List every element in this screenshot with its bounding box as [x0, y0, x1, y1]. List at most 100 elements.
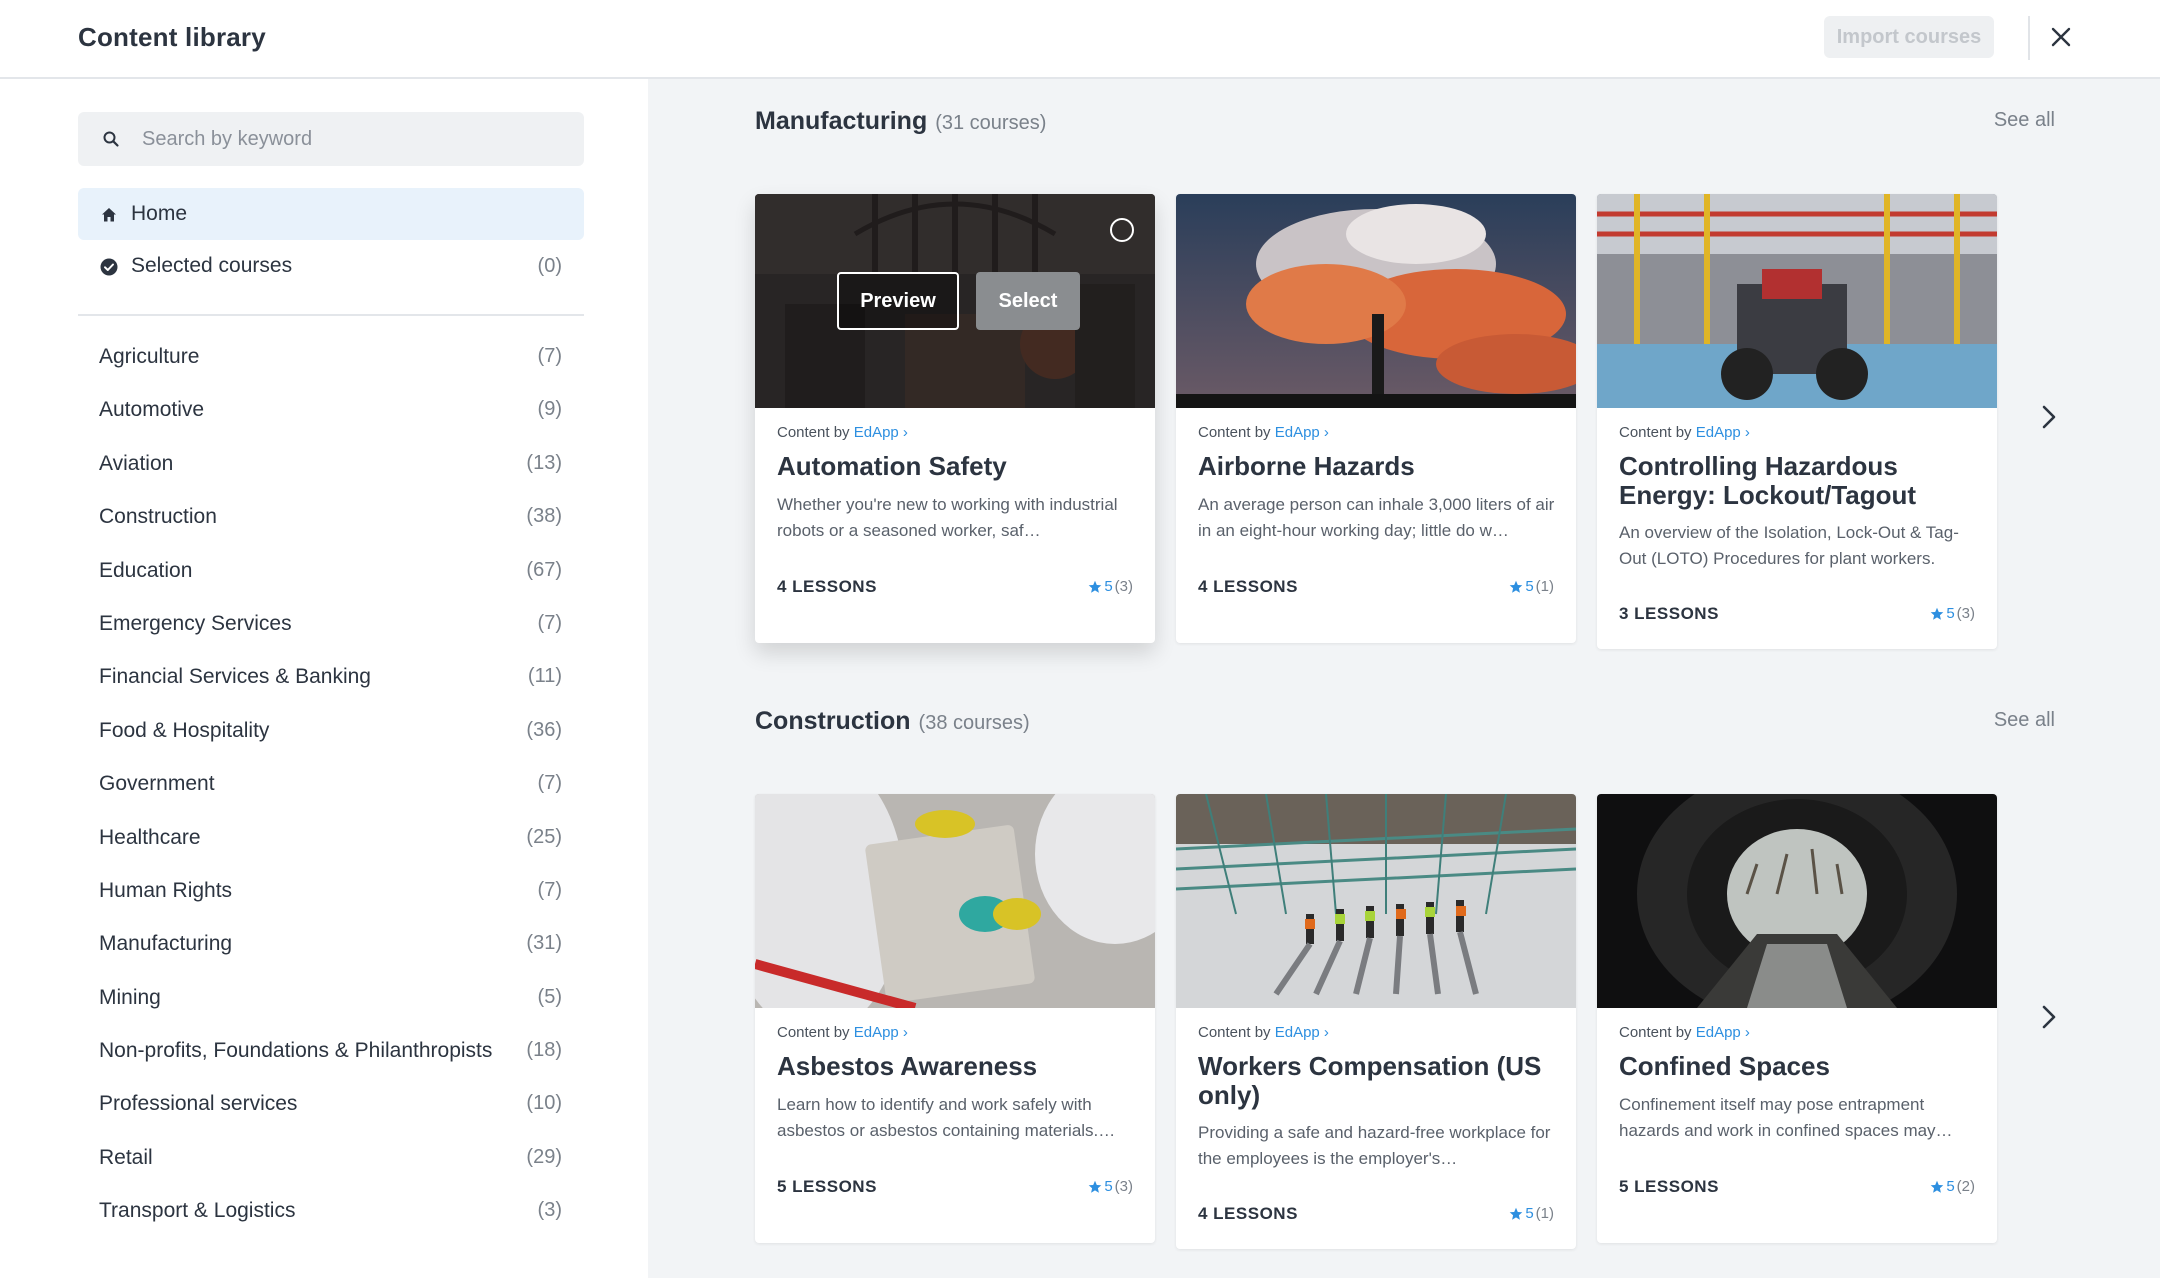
category-count: (7): [537, 345, 562, 367]
star-icon: [1089, 580, 1102, 593]
course-description: An overview of the Isolation, Lock-Out &…: [1619, 523, 1959, 568]
category-label: Aviation: [99, 451, 174, 475]
smokestack-image: [1176, 194, 1576, 408]
category-education[interactable]: Education (67): [78, 545, 584, 598]
next-manufacturing-button[interactable]: [2034, 397, 2064, 437]
course-card[interactable]: Content by EdApp › Confined Spaces Confi…: [1597, 794, 1997, 1243]
course-description: Providing a safe and hazard-free workpla…: [1198, 1123, 1551, 1168]
content-by-link[interactable]: EdApp: [854, 424, 899, 441]
category-count: (38): [526, 505, 562, 528]
category-food-hospitality[interactable]: Food & Hospitality (36): [78, 705, 584, 758]
see-all-link[interactable]: See all: [1994, 709, 2055, 732]
category-label: Healthcare: [99, 825, 201, 849]
course-title: Automation Safety: [777, 451, 1007, 481]
content-by: Content by EdApp ›: [777, 1024, 908, 1041]
category-count: (10): [526, 1092, 562, 1115]
category-aviation[interactable]: Aviation (13): [78, 438, 584, 491]
category-automotive[interactable]: Automotive (9): [78, 384, 584, 437]
rating-reviews: (3): [1114, 578, 1133, 595]
category-non-profits[interactable]: Non-profits, Foundations & Philanthropis…: [78, 1025, 584, 1078]
content-by-link[interactable]: EdApp: [854, 1024, 899, 1041]
section-title-text: Construction: [755, 707, 911, 735]
search-box[interactable]: [78, 112, 584, 166]
check-circle-icon: [100, 258, 118, 276]
content-by-link[interactable]: EdApp: [1696, 424, 1741, 441]
category-label: Manufacturing: [99, 932, 233, 956]
lesson-count: 5 LESSONS: [1619, 1177, 1719, 1196]
course-rating: 5 (2): [1930, 1178, 1975, 1195]
category-construction[interactable]: Construction (38): [78, 491, 584, 544]
select-button[interactable]: Select: [976, 272, 1080, 330]
category-label: Food & Hospitality: [99, 718, 270, 742]
sidebar: Home Selected courses (0) Agriculture (7)…: [0, 79, 648, 1278]
rating-value: 5: [1104, 578, 1113, 595]
chevron-right-icon: ›: [1319, 424, 1329, 441]
star-icon: [1510, 580, 1523, 593]
course-card[interactable]: Content by EdApp › Controlling Hazardous…: [1597, 194, 1997, 649]
course-card[interactable]: Content by EdApp › Asbestos Awareness Le…: [755, 794, 1155, 1243]
category-human-rights[interactable]: Human Rights (7): [78, 865, 584, 918]
rating-reviews: (3): [1114, 1178, 1133, 1195]
close-button[interactable]: [2046, 18, 2076, 56]
category-healthcare[interactable]: Healthcare (25): [78, 812, 584, 865]
course-title: Controlling Hazardous Energy: Lockout/Ta…: [1619, 451, 1917, 510]
search-input[interactable]: [142, 112, 572, 166]
category-retail[interactable]: Retail (29): [78, 1132, 584, 1185]
asbestos-image: [755, 794, 1155, 1008]
category-manufacturing[interactable]: Manufacturing (31): [78, 918, 584, 971]
category-label: Education: [99, 558, 193, 582]
category-label: Professional services: [99, 1092, 298, 1116]
course-card[interactable]: Preview Select Content by EdApp › Automa…: [755, 194, 1155, 643]
category-count: (29): [526, 1145, 562, 1168]
category-agriculture[interactable]: Agriculture (7): [78, 331, 584, 384]
category-label: Government: [99, 772, 215, 796]
preview-button[interactable]: Preview: [837, 272, 959, 330]
nav-home[interactable]: Home: [78, 188, 584, 240]
content-by: Content by EdApp ›: [777, 424, 908, 441]
category-mining[interactable]: Mining (5): [78, 972, 584, 1025]
category-count: (25): [526, 825, 562, 848]
factory-tractor-image: [1597, 194, 1997, 408]
select-radio[interactable]: [1110, 218, 1134, 242]
star-icon: [1510, 1207, 1523, 1220]
next-construction-button[interactable]: [2034, 997, 2064, 1037]
rating-value: 5: [1946, 605, 1955, 622]
close-icon: [2051, 27, 2071, 47]
chevron-right-icon: [2042, 1005, 2056, 1029]
content-by-link[interactable]: EdApp: [1696, 1024, 1741, 1041]
rating-reviews: (3): [1956, 605, 1975, 622]
construction-workers-image: [1176, 794, 1576, 1008]
chevron-right-icon: ›: [898, 1024, 908, 1041]
content-by-prefix: Content by: [1198, 1024, 1271, 1041]
category-label: Emergency Services: [99, 611, 292, 635]
course-thumbnail: [1597, 794, 1997, 1008]
content-by-link[interactable]: EdApp: [1275, 1024, 1320, 1041]
section-title-text: Manufacturing: [755, 107, 928, 135]
chevron-right-icon: ›: [1319, 1024, 1329, 1041]
section-manufacturing: Manufacturing (31 courses) See all Previe…: [755, 107, 2055, 707]
nav-selected-courses[interactable]: Selected courses (0): [78, 240, 584, 292]
course-card[interactable]: Content by EdApp › Airborne Hazards An a…: [1176, 194, 1576, 643]
category-financial-services[interactable]: Financial Services & Banking (11): [78, 651, 584, 704]
tunnel-image: [1597, 794, 1997, 1008]
content-by-link[interactable]: EdApp: [1275, 424, 1320, 441]
content-by-prefix: Content by: [777, 1024, 850, 1041]
content-by-prefix: Content by: [1619, 1024, 1692, 1041]
course-description: Confinement itself may pose entrapment h…: [1619, 1095, 1953, 1140]
category-label: Retail: [99, 1145, 153, 1169]
see-all-link[interactable]: See all: [1994, 109, 2055, 132]
lesson-count: 4 LESSONS: [1198, 1204, 1298, 1223]
top-bar: Content library Import courses: [0, 0, 2160, 79]
nav-selected-label: Selected courses: [131, 254, 293, 277]
category-emergency-services[interactable]: Emergency Services (7): [78, 598, 584, 651]
import-courses-button[interactable]: Import courses: [1824, 16, 1994, 58]
category-professional-services[interactable]: Professional services (10): [78, 1078, 584, 1131]
rating-value: 5: [1525, 578, 1534, 595]
main-content: Manufacturing (31 courses) See all Previe…: [648, 79, 2160, 1278]
category-transport-logistics[interactable]: Transport & Logistics (3): [78, 1185, 584, 1238]
category-count: (3): [537, 1199, 562, 1222]
star-icon: [1931, 607, 1944, 620]
category-government[interactable]: Government (7): [78, 758, 584, 811]
course-card[interactable]: Content by EdApp › Workers Compensation …: [1176, 794, 1576, 1249]
rating-reviews: (1): [1535, 578, 1554, 595]
